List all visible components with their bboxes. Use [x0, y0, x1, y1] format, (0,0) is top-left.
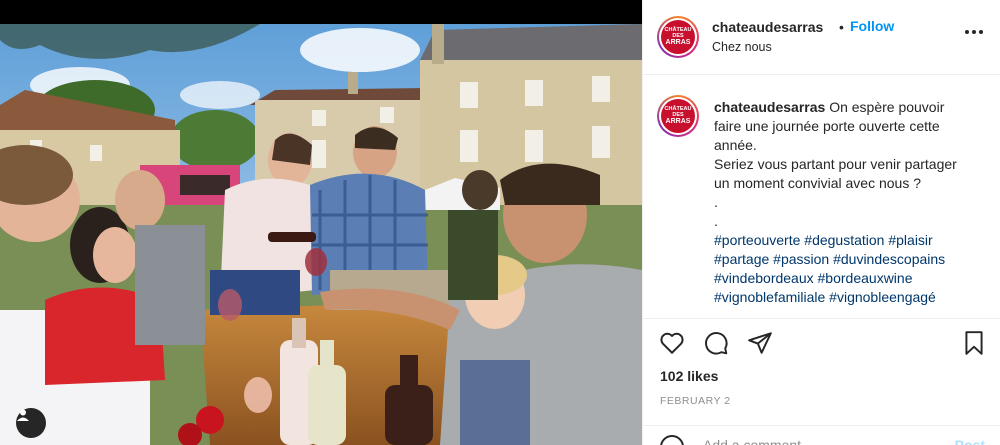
user-tag-button[interactable]	[16, 408, 46, 438]
separator-dot: •	[839, 19, 844, 35]
comment-icon[interactable]	[703, 330, 729, 356]
caption-line: faire une journée porte ouverte cette	[714, 118, 940, 134]
post-header: CHÂTEAU DES ARRAS chateaudesarras • Foll…	[643, 0, 1000, 75]
photo-illustration	[0, 0, 642, 445]
heart-icon[interactable]	[659, 330, 685, 356]
more-icon-dot	[972, 30, 976, 34]
comment-bar: Add a comment... Post	[643, 425, 1000, 445]
avatar-ring: CHÂTEAU DES ARRAS	[659, 18, 697, 56]
caption-line: un moment convivial avec nous ?	[714, 175, 921, 191]
brand-logo: CHÂTEAU DES ARRAS	[661, 20, 695, 54]
hashtag-line[interactable]: #partage #passion #duvindescopains	[714, 250, 994, 269]
caption-area: CHÂTEAU DES ARRAS chateaudesarras On esp…	[643, 75, 1000, 319]
post-dialog: CHÂTEAU DES ARRAS chateaudesarras • Foll…	[0, 0, 1000, 445]
action-bar	[657, 330, 987, 360]
comment-input[interactable]: Add a comment...	[703, 437, 813, 445]
caption-line: .	[714, 194, 718, 210]
brand-logo: CHÂTEAU DES ARRAS	[661, 99, 695, 133]
hashtag-line[interactable]: #vignoblefamiliale #vignobleengagé	[714, 288, 994, 307]
post-date[interactable]: FEBRUARY 2	[660, 395, 731, 407]
hashtag-line[interactable]: #vindebordeaux #bordeauxwine	[714, 269, 994, 288]
bookmark-icon[interactable]	[961, 330, 987, 356]
caption-segment: On espère pouvoir	[829, 99, 945, 115]
more-options-button[interactable]	[965, 30, 983, 34]
avatar-ring: CHÂTEAU DES ARRAS	[659, 97, 697, 135]
caption-line: année.	[714, 137, 757, 153]
caption-avatar[interactable]: CHÂTEAU DES ARRAS	[657, 95, 699, 137]
logo-text-bottom: ARRAS	[665, 118, 691, 126]
follow-button[interactable]: Follow	[850, 18, 894, 34]
likes-count[interactable]: 102 likes	[660, 368, 718, 384]
post-comment-button[interactable]: Post	[955, 437, 985, 445]
avatar[interactable]: CHÂTEAU DES ARRAS	[657, 16, 699, 58]
logo-text-top: CHÂTEAU DES	[664, 27, 692, 40]
location-link[interactable]: Chez nous	[712, 40, 772, 54]
logo-text-top: CHÂTEAU DES	[664, 106, 692, 119]
emoji-icon[interactable]	[660, 435, 684, 445]
post-photo[interactable]	[0, 0, 642, 445]
hashtag-line[interactable]: #porteouverte #degustation #plaisir	[714, 231, 994, 250]
share-icon[interactable]	[747, 330, 773, 356]
more-icon-dot	[979, 30, 983, 34]
post-sidebar: CHÂTEAU DES ARRAS chateaudesarras • Foll…	[642, 0, 1000, 445]
caption-line: Seriez vous partant pour venir partager	[714, 156, 957, 172]
logo-text-bottom: ARRAS	[665, 39, 691, 47]
caption-text: chateaudesarras On espère pouvoir faire …	[714, 98, 994, 307]
user-tag-icon	[17, 409, 29, 421]
caption-username[interactable]: chateaudesarras	[714, 99, 825, 115]
caption-line: chateaudesarras On espère pouvoir	[714, 98, 994, 117]
username[interactable]: chateaudesarras	[712, 19, 823, 35]
caption-line: .	[714, 213, 718, 229]
more-icon	[965, 30, 969, 34]
